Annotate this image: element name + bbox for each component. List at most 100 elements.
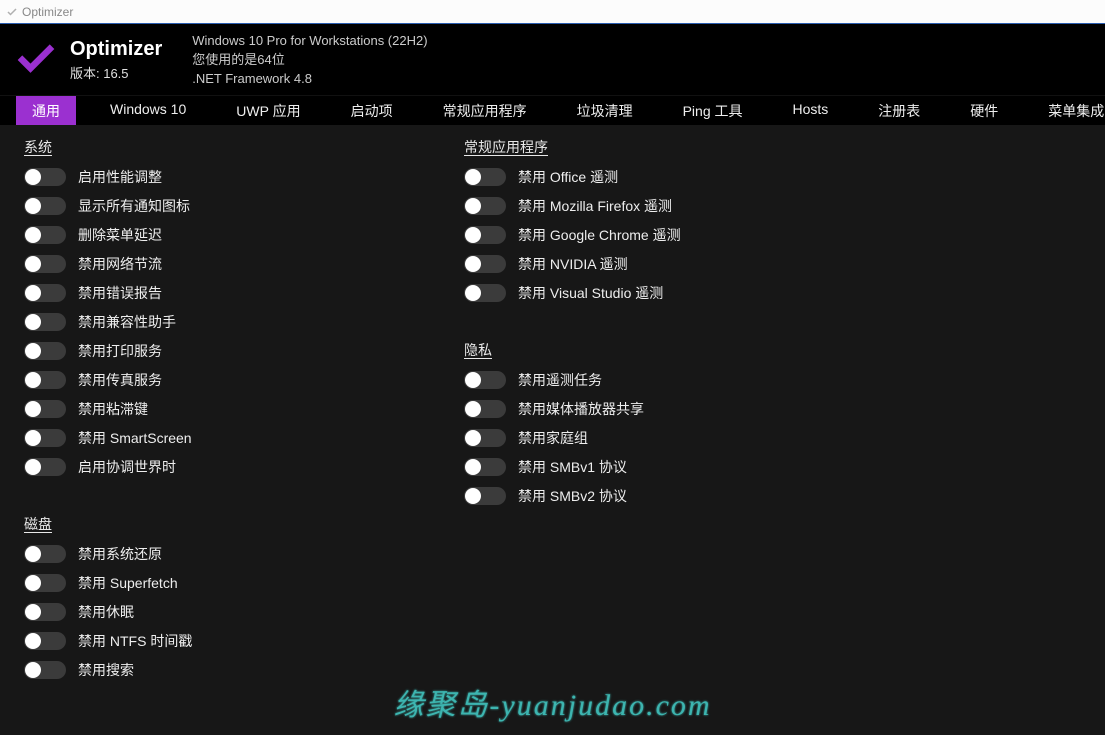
toggle-label-privacy-3: 禁用 SMBv1 协议 [518, 457, 627, 477]
toggle-label-system-6: 禁用打印服务 [78, 341, 162, 361]
tab-5[interactable]: 垃圾清理 [561, 96, 649, 125]
toggle-system-0[interactable] [24, 168, 66, 186]
toggle-label-system-8: 禁用粘滞键 [78, 399, 148, 419]
toggle-label-system-1: 显示所有通知图标 [78, 196, 190, 216]
toggle-knob-icon [25, 662, 41, 678]
content-area: 系统 启用性能调整显示所有通知图标删除菜单延迟禁用网络节流禁用错误报告禁用兼容性… [0, 125, 1105, 735]
toggle-row-apps-3: 禁用 NVIDIA 遥测 [464, 254, 880, 274]
toggle-knob-icon [465, 285, 481, 301]
toggle-label-disk-4: 禁用搜索 [78, 660, 134, 680]
toggle-knob-icon [25, 169, 41, 185]
toggle-knob-icon [465, 488, 481, 504]
window-titlebar: Optimizer [0, 0, 1105, 24]
tab-9[interactable]: 硬件 [954, 96, 1014, 125]
toggle-system-2[interactable] [24, 226, 66, 244]
tab-4[interactable]: 常规应用程序 [427, 96, 543, 125]
toggle-apps-1[interactable] [464, 197, 506, 215]
toggle-label-disk-1: 禁用 Superfetch [78, 573, 178, 593]
tab-7[interactable]: Hosts [777, 96, 845, 125]
toggle-row-apps-0: 禁用 Office 遥测 [464, 167, 880, 187]
toggle-row-system-6: 禁用打印服务 [24, 341, 440, 361]
toggle-label-system-3: 禁用网络节流 [78, 254, 162, 274]
toggle-apps-2[interactable] [464, 226, 506, 244]
tab-1[interactable]: Windows 10 [94, 96, 202, 125]
toggle-apps-0[interactable] [464, 168, 506, 186]
section-system-title: 系统 [24, 137, 440, 157]
toggle-label-apps-2: 禁用 Google Chrome 遥测 [518, 225, 681, 245]
toggle-knob-icon [25, 604, 41, 620]
toggle-row-system-3: 禁用网络节流 [24, 254, 440, 274]
tab-0[interactable]: 通用 [16, 96, 76, 125]
toggle-row-privacy-4: 禁用 SMBv2 协议 [464, 486, 880, 506]
tab-6[interactable]: Ping 工具 [667, 96, 759, 125]
toggle-row-system-9: 禁用 SmartScreen [24, 428, 440, 448]
toggle-system-5[interactable] [24, 313, 66, 331]
toggle-knob-icon [465, 227, 481, 243]
toggle-disk-3[interactable] [24, 632, 66, 650]
toggle-system-9[interactable] [24, 429, 66, 447]
toggle-disk-2[interactable] [24, 603, 66, 621]
app-name: Optimizer [70, 38, 162, 61]
toggle-system-8[interactable] [24, 400, 66, 418]
toggle-apps-3[interactable] [464, 255, 506, 273]
section-apps-title: 常规应用程序 [464, 137, 880, 157]
toggle-system-6[interactable] [24, 342, 66, 360]
toggle-label-apps-4: 禁用 Visual Studio 遥测 [518, 283, 663, 303]
toggle-label-privacy-4: 禁用 SMBv2 协议 [518, 486, 627, 506]
toggle-row-system-10: 启用协调世界时 [24, 457, 440, 477]
left-column: 系统 启用性能调整显示所有通知图标删除菜单延迟禁用网络节流禁用错误报告禁用兼容性… [0, 137, 440, 735]
toggle-disk-1[interactable] [24, 574, 66, 592]
toggle-row-system-2: 删除菜单延迟 [24, 225, 440, 245]
toggle-knob-icon [25, 546, 41, 562]
right-column: 常规应用程序 禁用 Office 遥测禁用 Mozilla Firefox 遥测… [440, 137, 880, 735]
logo-check-icon [14, 38, 58, 82]
toggle-disk-0[interactable] [24, 545, 66, 563]
toggle-label-system-7: 禁用传真服务 [78, 370, 162, 390]
toggle-row-apps-2: 禁用 Google Chrome 遥测 [464, 225, 880, 245]
toggle-knob-icon [25, 285, 41, 301]
toggle-system-4[interactable] [24, 284, 66, 302]
tab-8[interactable]: 注册表 [862, 96, 936, 125]
toggle-knob-icon [465, 459, 481, 475]
tab-10[interactable]: 菜单集成 [1032, 96, 1105, 125]
header-sysinfo: Windows 10 Pro for Workstations (22H2) 您… [192, 32, 427, 89]
toggle-knob-icon [465, 169, 481, 185]
toggle-disk-4[interactable] [24, 661, 66, 679]
toggle-label-disk-2: 禁用休眠 [78, 602, 134, 622]
toggle-privacy-1[interactable] [464, 400, 506, 418]
toggle-privacy-2[interactable] [464, 429, 506, 447]
toggle-system-1[interactable] [24, 197, 66, 215]
toggle-label-privacy-2: 禁用家庭组 [518, 428, 588, 448]
toggle-label-system-10: 启用协调世界时 [78, 457, 176, 477]
arch-line: 您使用的是64位 [192, 51, 427, 70]
toggle-system-10[interactable] [24, 458, 66, 476]
tab-3[interactable]: 启动项 [335, 96, 409, 125]
toggle-row-system-4: 禁用错误报告 [24, 283, 440, 303]
toggle-label-apps-1: 禁用 Mozilla Firefox 遥测 [518, 196, 672, 216]
toggle-privacy-4[interactable] [464, 487, 506, 505]
toggle-row-apps-4: 禁用 Visual Studio 遥测 [464, 283, 880, 303]
tab-strip: 通用 Windows 10 UWP 应用启动项常规应用程序垃圾清理 Ping 工具 Ho… [0, 95, 1105, 125]
toggle-label-privacy-0: 禁用遥测任务 [518, 370, 602, 390]
toggle-label-system-0: 启用性能调整 [78, 167, 162, 187]
toggle-row-disk-1: 禁用 Superfetch [24, 573, 440, 593]
toggle-label-system-4: 禁用错误报告 [78, 283, 162, 303]
window-title: Optimizer [22, 5, 73, 19]
toggle-row-privacy-1: 禁用媒体播放器共享 [464, 399, 880, 419]
toggle-knob-icon [465, 256, 481, 272]
toggle-label-apps-0: 禁用 Office 遥测 [518, 167, 618, 187]
toggle-row-system-8: 禁用粘滞键 [24, 399, 440, 419]
titlebar-check-icon [6, 6, 18, 18]
toggle-system-3[interactable] [24, 255, 66, 273]
tab-2[interactable]: UWP 应用 [220, 96, 316, 125]
toggle-row-disk-3: 禁用 NTFS 时间戳 [24, 631, 440, 651]
toggle-system-7[interactable] [24, 371, 66, 389]
toggle-privacy-3[interactable] [464, 458, 506, 476]
section-disk-title: 磁盘 [24, 514, 440, 534]
toggle-knob-icon [25, 314, 41, 330]
toggle-knob-icon [25, 198, 41, 214]
header: Optimizer 版本: 16.5 Windows 10 Pro for Wo… [0, 24, 1105, 95]
toggle-row-privacy-2: 禁用家庭组 [464, 428, 880, 448]
toggle-privacy-0[interactable] [464, 371, 506, 389]
toggle-apps-4[interactable] [464, 284, 506, 302]
